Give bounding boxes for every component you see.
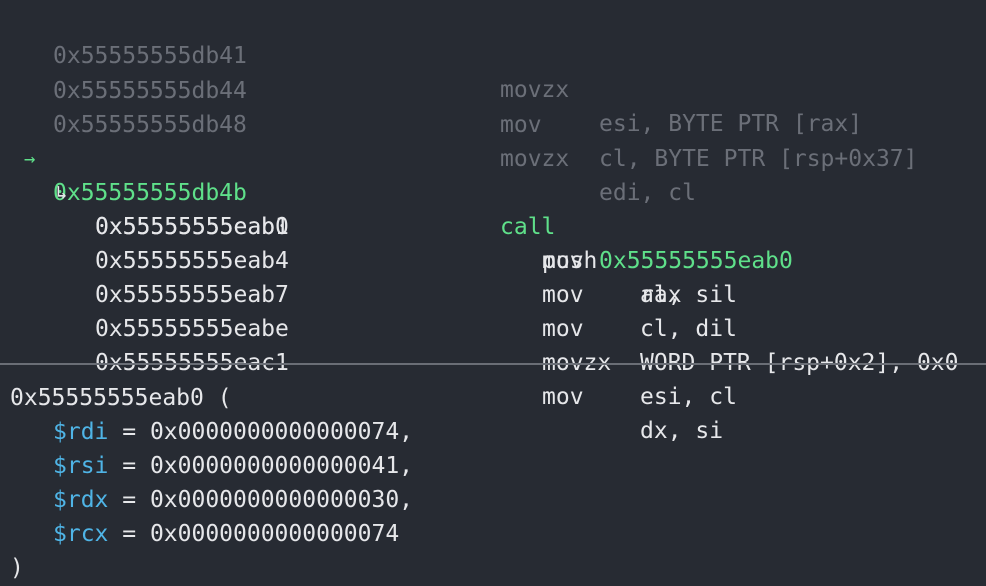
register-value: 0x0000000000000041,	[149, 453, 414, 479]
disasm-line: 0x55555555db44 mov cl, BYTE PTR [rsp+0x3…	[0, 40, 986, 172]
equals-sign: =	[108, 419, 150, 445]
call-arg-row: $rcx = 0x0000000000000074	[53, 517, 399, 551]
disasm-line: 0x55555555eab1 mov al, sil	[0, 176, 986, 308]
instruction-operands: esi, cl	[640, 384, 737, 410]
disasm-line: 0x55555555db48 movzx edi, cl	[0, 74, 986, 206]
register-name: $rdi	[53, 419, 109, 445]
call-args-header: 0x55555555eab0 (	[10, 385, 232, 411]
disasm-line: 0x55555555eab4 mov cl, dil	[0, 210, 986, 342]
register-name: $rsi	[53, 453, 109, 479]
register-value: 0x0000000000000074	[149, 521, 400, 547]
equals-sign: =	[108, 487, 150, 513]
disasm-line: 0x55555555eac1 mov dx, si	[0, 312, 986, 444]
register-name: $rcx	[53, 521, 109, 547]
equals-sign: =	[108, 453, 150, 479]
current-instruction-line: → 0x55555555db4b call 0x55555555eab0	[0, 108, 986, 274]
disasm-line: 0x55555555eabe movzx esi, cl	[0, 278, 986, 410]
disasm-line: ↳ 0x55555555eab0 push rax	[0, 142, 986, 308]
register-name: $rdx	[53, 487, 109, 513]
disasm-line: 0x55555555db41 movzx esi, BYTE PTR [rax]	[0, 5, 986, 137]
section-divider	[0, 363, 986, 365]
instruction-operands: dx, si	[640, 418, 724, 444]
register-value: 0x0000000000000030,	[149, 487, 414, 513]
register-value: 0x0000000000000074,	[149, 419, 414, 445]
call-arg-row: $rdx = 0x0000000000000030,	[53, 483, 413, 517]
instruction-mnemonic: mov	[542, 384, 584, 410]
call-args-footer: )	[10, 555, 24, 581]
disasm-line: 0x55555555eab7 mov WORD PTR [rsp+0x2], 0…	[0, 244, 986, 376]
call-arg-row: $rsi = 0x0000000000000041,	[53, 449, 413, 483]
equals-sign: =	[108, 521, 150, 547]
call-arg-row: $rdi = 0x0000000000000074,	[53, 415, 413, 449]
